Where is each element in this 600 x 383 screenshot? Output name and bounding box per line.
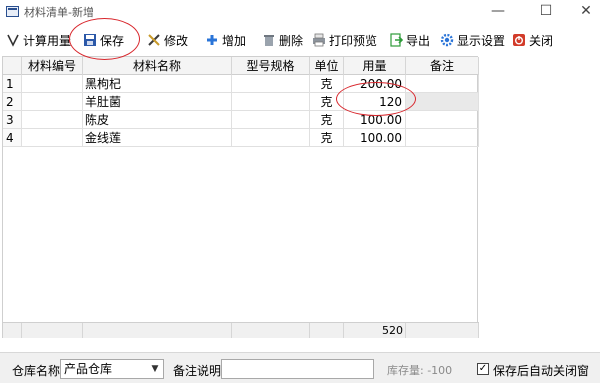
col-header-unit[interactable]: 单位	[310, 57, 344, 75]
col-header-remark[interactable]: 备注	[406, 57, 479, 75]
delete-button[interactable]: 删除	[262, 30, 303, 50]
close-window-button[interactable]: ✕	[576, 2, 596, 20]
bottom-bar: 仓库名称 产品仓库 ▼ 备注说明 库存量: -100 ✓ 保存后自动关闭窗口	[0, 352, 600, 383]
save-label: 保存	[100, 33, 125, 48]
warehouse-select[interactable]: 产品仓库 ▼	[60, 359, 164, 379]
col-header-name[interactable]: 材料名称	[83, 57, 232, 75]
summary-cell	[22, 323, 83, 339]
grid-header: 材料编号 材料名称 型号规格 单位 用量 备注	[3, 57, 479, 75]
close-button[interactable]: 关闭	[512, 30, 553, 50]
spec-cell[interactable]	[232, 75, 310, 93]
row-number: 3	[3, 111, 22, 129]
qty-cell[interactable]: 120	[344, 93, 406, 111]
remark-cell[interactable]	[406, 111, 479, 129]
add-button[interactable]: 增加	[205, 30, 246, 50]
export-label: 导出	[406, 33, 431, 48]
add-label: 增加	[222, 33, 247, 48]
display-settings-button[interactable]: 显示设置	[440, 30, 505, 50]
table-row[interactable]: 1 黑枸杞 克 200.00	[3, 75, 479, 93]
summary-cell	[3, 323, 22, 339]
material-code-cell[interactable]	[22, 93, 83, 111]
calc-icon	[6, 33, 20, 47]
qty-cell[interactable]: 200.00	[344, 75, 406, 93]
materials-grid: 材料编号 材料名称 型号规格 单位 用量 备注 1 黑枸杞 克 200.00 2…	[2, 56, 479, 339]
remark-label: 备注说明	[173, 364, 222, 378]
chevron-down-icon: ▼	[151, 364, 159, 374]
summary-cell	[406, 323, 479, 339]
unit-cell[interactable]: 克	[310, 93, 344, 111]
stock-quantity: 库存量: -100	[387, 364, 453, 377]
col-header-spec[interactable]: 型号规格	[232, 57, 310, 75]
table-row[interactable]: 2 羊肚菌 克 120	[3, 93, 479, 111]
window-title: 材料清单-新增	[24, 6, 94, 19]
unit-cell[interactable]: 克	[310, 111, 344, 129]
col-header-code[interactable]: 材料编号	[22, 57, 83, 75]
material-name-cell[interactable]: 金线莲	[83, 129, 232, 147]
col-header-rownum	[3, 57, 22, 75]
unit-cell[interactable]: 克	[310, 129, 344, 147]
remark-cell[interactable]	[406, 75, 479, 93]
material-name-cell[interactable]: 黑枸杞	[83, 75, 232, 93]
maximize-button[interactable]: ☐	[536, 2, 556, 20]
calc-usage-label: 计算用量	[23, 33, 72, 48]
qty-cell[interactable]: 100.00	[344, 111, 406, 129]
print-preview-button[interactable]: 打印预览	[312, 30, 377, 50]
col-header-qty[interactable]: 用量	[344, 57, 406, 75]
table-row[interactable]: 3 陈皮 克 100.00	[3, 111, 479, 129]
spec-cell[interactable]	[232, 93, 310, 111]
close-label: 关闭	[529, 33, 554, 48]
delete-label: 删除	[279, 33, 304, 48]
row-number: 2	[3, 93, 22, 111]
remark-cell[interactable]	[406, 129, 479, 147]
row-number: 1	[3, 75, 22, 93]
title-bar: 材料清单-新增 — ☐ ✕	[0, 0, 600, 24]
table-row[interactable]: 4 金线莲 克 100.00	[3, 129, 479, 147]
material-code-cell[interactable]	[22, 129, 83, 147]
material-code-cell[interactable]	[22, 111, 83, 129]
row-number: 4	[3, 129, 22, 147]
horizontal-scroll-area	[0, 338, 600, 350]
gear-icon	[440, 33, 454, 47]
printer-icon	[312, 33, 326, 47]
auto-close-checkbox[interactable]: ✓	[477, 363, 489, 375]
display-settings-label: 显示设置	[457, 33, 506, 48]
edit-icon	[147, 33, 161, 47]
qty-cell[interactable]: 100.00	[344, 129, 406, 147]
save-icon	[83, 33, 97, 47]
warehouse-label: 仓库名称	[12, 364, 61, 378]
trash-icon	[262, 33, 276, 47]
spec-cell[interactable]	[232, 129, 310, 147]
auto-close-label[interactable]: 保存后自动关闭窗口	[493, 362, 600, 383]
export-icon	[389, 33, 403, 47]
print-preview-label: 打印预览	[329, 33, 378, 48]
summary-cell	[83, 323, 232, 339]
edit-label: 修改	[164, 33, 189, 48]
warehouse-value: 产品仓库	[64, 362, 113, 376]
total-qty: 520	[344, 323, 406, 339]
remark-input[interactable]	[221, 359, 374, 379]
grid-summary-row: 520	[3, 322, 479, 339]
power-icon	[512, 33, 526, 47]
summary-cell	[232, 323, 310, 339]
toolbar: 计算用量 保存 修改 增加 删除 打印预览 导出 显示设置 关闭	[0, 26, 600, 54]
material-code-cell[interactable]	[22, 75, 83, 93]
remark-cell[interactable]	[406, 93, 479, 111]
summary-cell	[310, 323, 344, 339]
save-button[interactable]: 保存	[83, 30, 124, 50]
spec-cell[interactable]	[232, 111, 310, 129]
minimize-button[interactable]: —	[488, 2, 508, 20]
export-button[interactable]: 导出	[389, 30, 430, 50]
material-name-cell[interactable]: 陈皮	[83, 111, 232, 129]
calc-usage-button[interactable]: 计算用量	[6, 30, 71, 50]
edit-button[interactable]: 修改	[147, 30, 188, 50]
material-name-cell[interactable]: 羊肚菌	[83, 93, 232, 111]
unit-cell[interactable]: 克	[310, 75, 344, 93]
app-icon	[6, 6, 19, 17]
add-icon	[205, 33, 219, 47]
